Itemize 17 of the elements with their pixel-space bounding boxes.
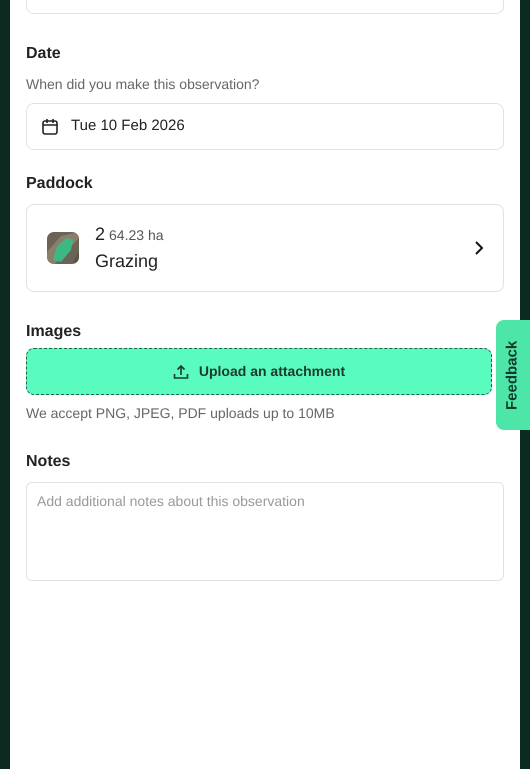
paddock-use: Grazing <box>95 250 160 273</box>
paddock-area: 64.23 ha <box>109 227 164 243</box>
date-field[interactable]: Tue 10 Feb 2026 <box>26 103 504 150</box>
paddock-name: 2 <box>95 224 106 244</box>
calendar-icon <box>41 118 59 136</box>
field-label: Images <box>26 322 82 342</box>
help-text: We accept PNG, JPEG, PDF uploads up to 10MB <box>26 404 336 423</box>
help-text: When did you make this observation? <box>26 75 260 94</box>
chevron-right-icon <box>474 241 483 255</box>
feedback-tab[interactable]: Feedback <box>496 320 530 430</box>
field-label: Paddock <box>26 174 94 194</box>
notes-field[interactable]: Add additional notes about this observation <box>26 482 504 581</box>
upload-icon <box>172 364 189 380</box>
upload-button[interactable]: Upload an attachment <box>26 348 492 395</box>
field-label: Date <box>26 44 62 64</box>
field-label: Notes <box>26 452 72 472</box>
paddock-card[interactable]: 2 64.23 ha Grazing <box>26 204 504 292</box>
